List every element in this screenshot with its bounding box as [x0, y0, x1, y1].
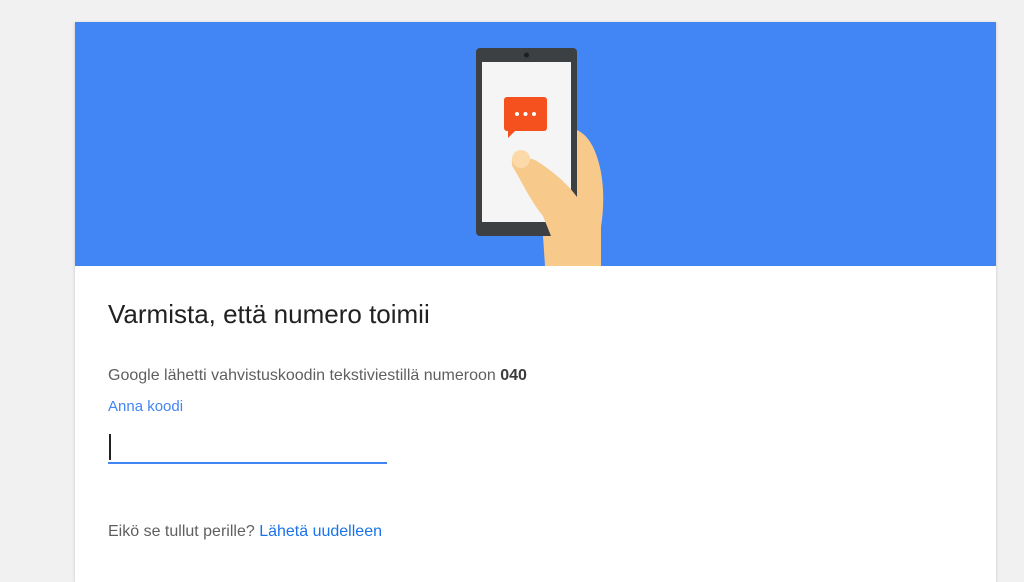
header-banner — [75, 22, 996, 266]
phone-in-hand-illustration — [476, 48, 604, 266]
description-text: Google lähetti vahvistuskoodin tekstivie… — [108, 367, 496, 384]
page-title: Varmista, että numero toimii — [108, 299, 430, 329]
resend-prompt: Eikö se tullut perille? — [108, 523, 255, 540]
phone-camera — [524, 52, 529, 58]
resend-link[interactable]: Lähetä uudelleen — [259, 523, 382, 540]
phone-number: 040 — [500, 367, 527, 384]
code-field-label: Anna koodi — [108, 398, 184, 415]
sms-sent-description: Google lähetti vahvistuskoodin tekstivie… — [108, 367, 527, 385]
verification-code-input[interactable] — [108, 426, 387, 464]
resend-row: Eikö se tullut perille? Lähetä uudelleen — [108, 523, 382, 541]
text-cursor — [109, 434, 111, 460]
verification-card: Varmista, että numero toimii Google lähe… — [75, 22, 996, 582]
